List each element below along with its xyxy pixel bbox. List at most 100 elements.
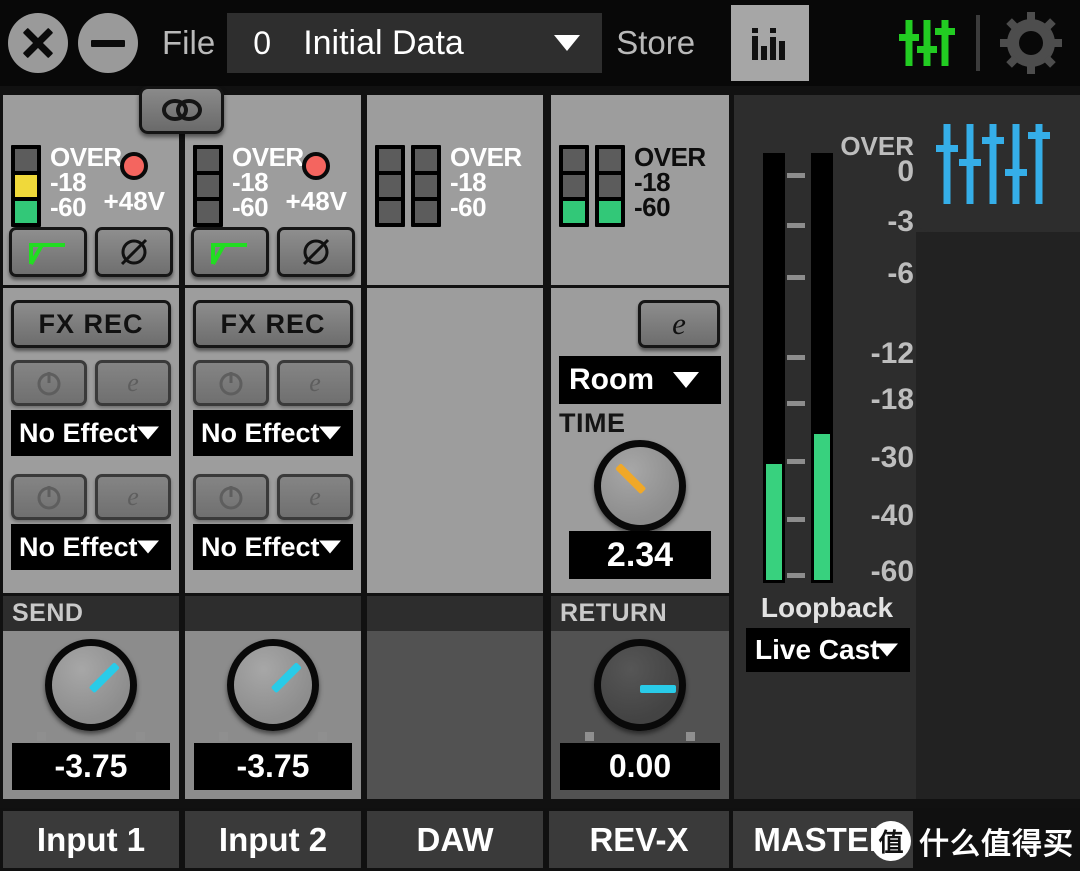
knob-tick-left <box>585 732 594 741</box>
close-button[interactable] <box>8 13 68 73</box>
fx-rec-button[interactable]: FX REC <box>193 300 353 348</box>
led-mid <box>197 175 219 197</box>
led-mid <box>563 175 585 197</box>
fx-power-button[interactable] <box>11 360 87 406</box>
channel-name-revx[interactable]: REV-X <box>549 811 729 868</box>
send-header <box>185 596 361 631</box>
send-value[interactable]: -3.75 <box>12 743 170 790</box>
fx-effect-select[interactable]: No Effect <box>11 524 171 570</box>
scene-select[interactable]: 0 Initial Data <box>227 13 603 73</box>
knob-tick-left <box>219 732 228 741</box>
toolbar-right-group <box>896 10 1080 76</box>
meter-label-60: -60 <box>634 192 671 223</box>
master-scale-label: -30 <box>870 441 914 474</box>
highpass-filter-button[interactable] <box>191 227 269 277</box>
fx-slot-2: e No Effect <box>193 474 353 570</box>
send-body: -3.75 <box>185 631 361 799</box>
highpass-filter-icon <box>211 243 247 266</box>
fx-power-button[interactable] <box>193 360 269 406</box>
return-knob[interactable] <box>594 639 686 731</box>
fx-cell: FX REC e No Effect e No Effect <box>185 288 361 593</box>
fx-edit-button[interactable]: e <box>95 360 171 406</box>
reverb-time-knob[interactable] <box>594 440 686 532</box>
power-icon <box>219 372 243 396</box>
send-body-empty <box>367 631 543 799</box>
knob-tick-right <box>318 732 327 741</box>
channel-name-input-2[interactable]: Input 2 <box>185 811 361 868</box>
master-meter-right <box>811 153 833 583</box>
file-menu[interactable]: File <box>162 24 215 62</box>
send-value[interactable]: -3.75 <box>194 743 352 790</box>
fx-effect-select[interactable]: No Effect <box>193 524 353 570</box>
master-meter-right-fill <box>814 433 830 580</box>
edit-icon: e <box>309 368 321 397</box>
phase-invert-button[interactable] <box>95 227 173 277</box>
led-over <box>15 149 37 171</box>
scene-name: Initial Data <box>303 23 464 62</box>
channel-name-daw[interactable]: DAW <box>367 811 543 868</box>
fx-power-button[interactable] <box>193 474 269 520</box>
fx-edit-button[interactable]: e <box>95 474 171 520</box>
reverb-type-value: Room <box>569 363 654 396</box>
knob-tick-right <box>136 732 145 741</box>
fx-rec-button[interactable]: FX REC <box>11 300 171 348</box>
loopback-label: Loopback <box>760 592 894 623</box>
led-over <box>563 149 585 171</box>
led-stack-right <box>595 145 625 227</box>
phase-invert-button[interactable] <box>277 227 355 277</box>
reverb-time-value[interactable]: 2.34 <box>569 531 711 579</box>
fx-cell-empty <box>367 288 543 593</box>
knob-tick-left <box>37 732 46 741</box>
bar-meter-icon <box>752 28 786 60</box>
master-scale-tick <box>787 573 805 578</box>
master-meter-left-fill <box>766 463 782 580</box>
fx-effect-select[interactable]: No Effect <box>11 410 171 456</box>
master-scale-label: -12 <box>870 337 914 370</box>
svg-text:e: e <box>127 368 139 397</box>
send-knob[interactable] <box>227 639 319 731</box>
highpass-filter-button[interactable] <box>9 227 87 277</box>
watermark-logo-icon: 值 <box>871 821 911 861</box>
chevron-down-icon <box>876 643 898 657</box>
master-scale-tick <box>787 223 805 228</box>
master-scale-labels: OVER 0 -3 -6 -12 -18 -30 -40 -60 <box>838 131 914 591</box>
phantom-power-indicator[interactable]: +48V <box>286 152 347 217</box>
reverb-time-label: TIME <box>559 408 626 438</box>
minimize-button[interactable] <box>78 13 138 73</box>
loopback-select[interactable]: Live Cast <box>746 628 910 672</box>
channel-name-input-1[interactable]: Input 1 <box>3 811 179 868</box>
knob-pointer <box>88 662 120 694</box>
send-label: SEND <box>12 599 84 627</box>
fx-effect-name: No Effect <box>201 531 320 562</box>
phase-invert-icon <box>120 238 148 266</box>
fx-power-button[interactable] <box>11 474 87 520</box>
stereo-link-button[interactable] <box>139 86 224 134</box>
meter-view-button[interactable] <box>731 5 810 81</box>
loopback-value: Live Cast <box>755 634 880 665</box>
return-value[interactable]: 0.00 <box>560 743 720 790</box>
fx-edit-button[interactable]: e <box>277 360 353 406</box>
master-meter-left <box>763 153 785 583</box>
reverb-edit-button[interactable]: e <box>638 300 720 348</box>
send-knob[interactable] <box>45 639 137 731</box>
phantom-power-indicator[interactable]: +48V <box>104 152 165 217</box>
power-icon <box>219 486 243 510</box>
reverb-cell: e Room TIME 2.34 <box>551 288 729 593</box>
reverb-type-select[interactable]: Room <box>559 356 721 404</box>
faders-icon[interactable] <box>896 12 958 74</box>
power-icon <box>37 372 61 396</box>
led-mid <box>599 175 621 197</box>
gear-icon[interactable] <box>998 10 1064 76</box>
led-low <box>415 201 437 223</box>
return-label: RETURN <box>560 599 668 627</box>
led-low <box>563 201 585 223</box>
master-scale-tick <box>787 517 805 522</box>
led-over <box>599 149 621 171</box>
knob-tick-right <box>686 732 695 741</box>
fader-view-panel[interactable] <box>908 95 1080 232</box>
fx-effect-select[interactable]: No Effect <box>193 410 353 456</box>
store-button[interactable]: Store <box>616 24 695 62</box>
master-scale-tick <box>787 401 805 406</box>
watermark: 值 什么值得买 <box>871 816 1074 866</box>
fx-edit-button[interactable]: e <box>277 474 353 520</box>
